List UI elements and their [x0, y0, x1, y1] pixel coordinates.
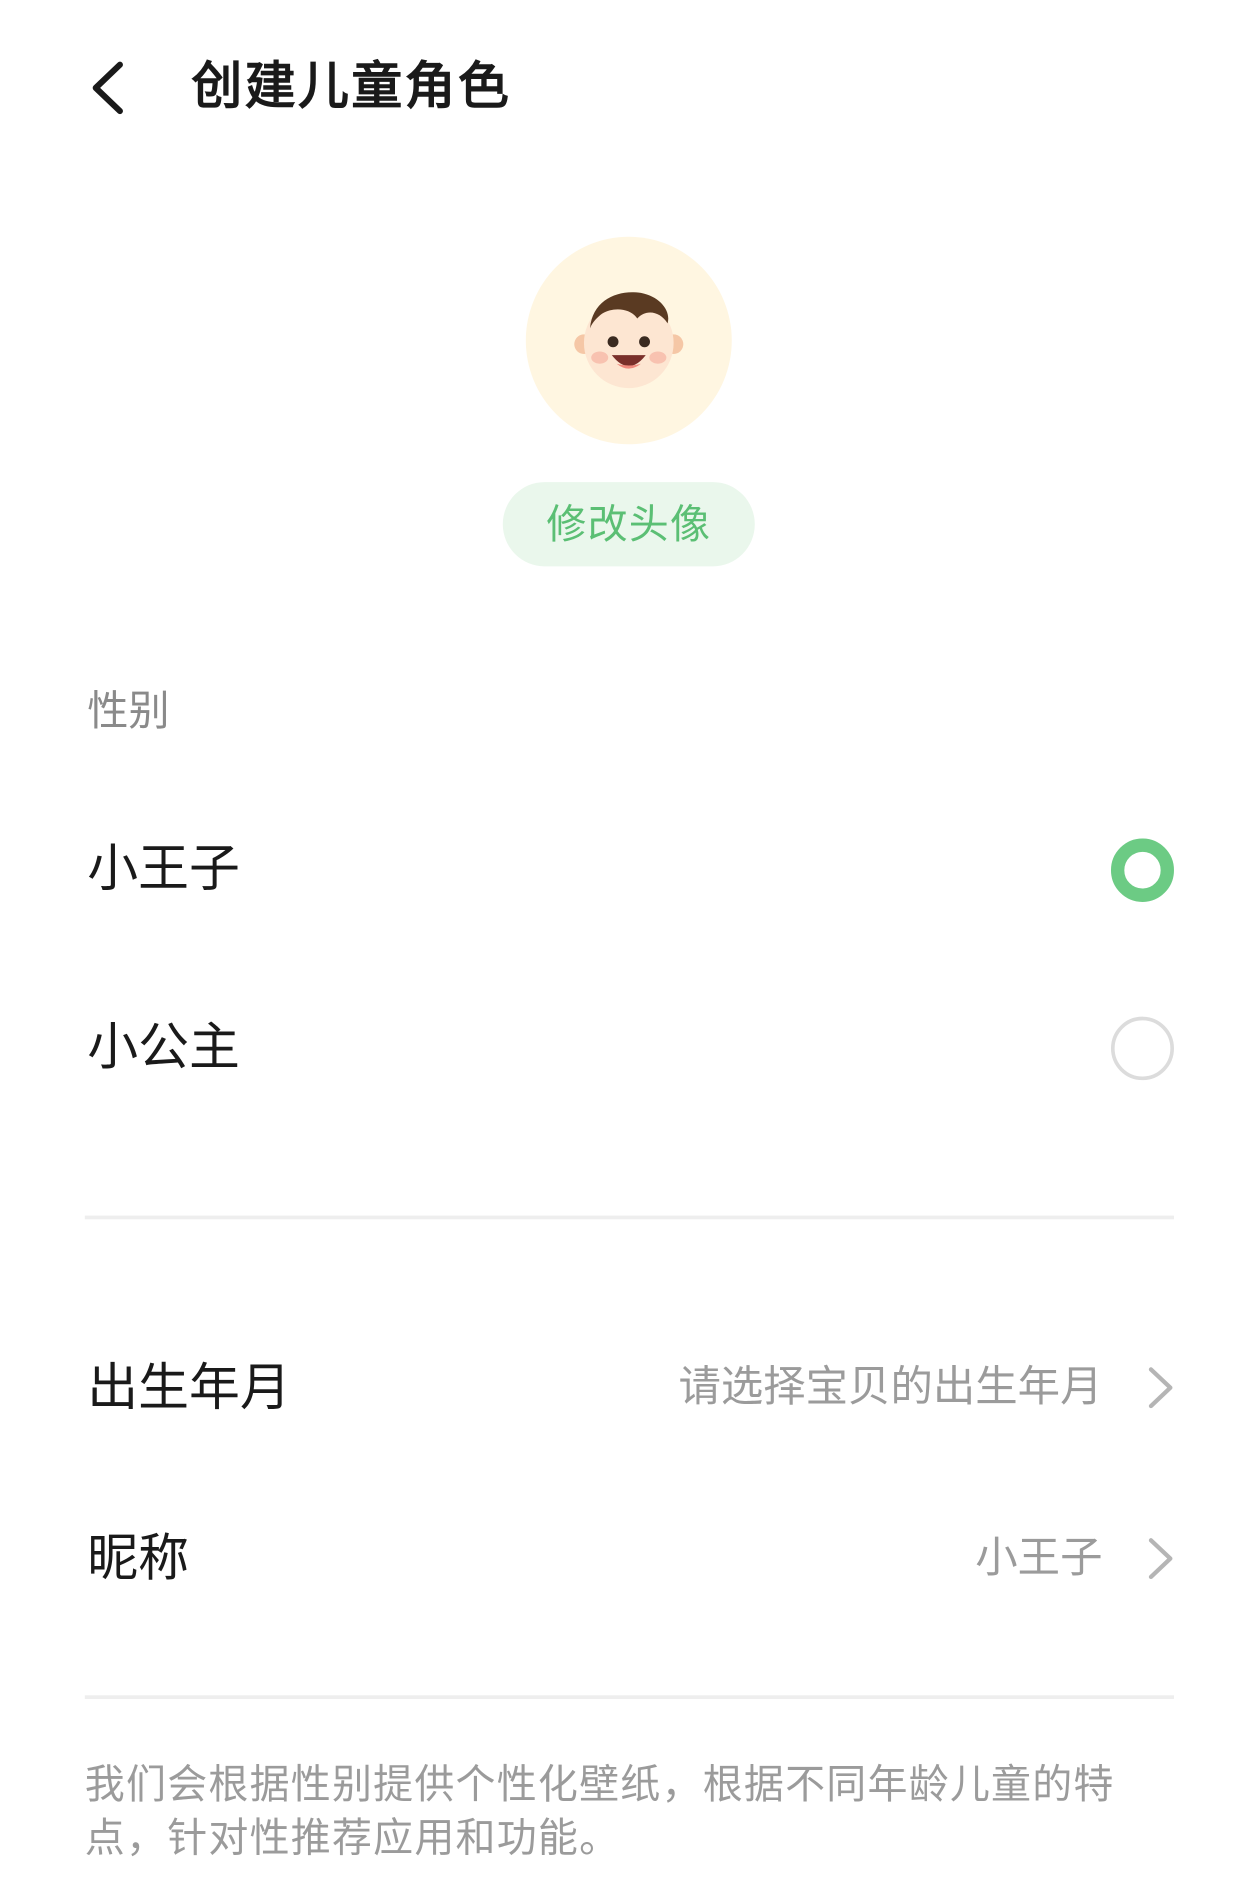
gender-option-princess[interactable]: 小公主 [0, 980, 1260, 1114]
birth-date-label: 出生年月 [87, 1357, 291, 1418]
edit-avatar-button[interactable]: 修改头像 [502, 482, 755, 567]
gender-option-prince[interactable]: 小王子 [0, 802, 1260, 936]
gender-option-label: 小公主 [87, 1016, 240, 1077]
radio-checked-icon[interactable] [1110, 838, 1174, 902]
back-button[interactable] [78, 56, 136, 119]
chevron-right-icon [1148, 1367, 1173, 1409]
gender-option-label: 小王子 [87, 838, 240, 899]
divider [84, 1695, 1174, 1699]
personalization-note: 我们会根据性别提供个性化壁纸，根据不同年龄儿童的特点，针对性推荐应用和功能。 [84, 1759, 1115, 1862]
birth-date-row[interactable]: 出生年月 请选择宝贝的出生年月 [0, 1321, 1260, 1455]
nickname-row[interactable]: 昵称 小王子 [0, 1491, 1260, 1625]
nickname-label: 昵称 [87, 1528, 190, 1588]
chevron-right-icon [1148, 1538, 1173, 1580]
back-arrow-icon [92, 61, 123, 115]
birth-date-placeholder: 请选择宝贝的出生年月 [678, 1363, 1103, 1413]
divider [84, 1215, 1174, 1220]
page-title: 创建儿童角色 [191, 56, 512, 116]
avatar[interactable] [525, 236, 732, 445]
nickname-value: 小王子 [975, 1534, 1103, 1584]
radio-unchecked-icon[interactable] [1110, 1016, 1174, 1081]
baby-face-icon [574, 292, 684, 389]
create-child-profile-screen: 创建儿童角色 修改头像 性别 小王子 小公主 出生年月 请选择宝贝的出生年月 昵… [0, 0, 1260, 1904]
gender-section-label: 性别 [87, 687, 170, 736]
